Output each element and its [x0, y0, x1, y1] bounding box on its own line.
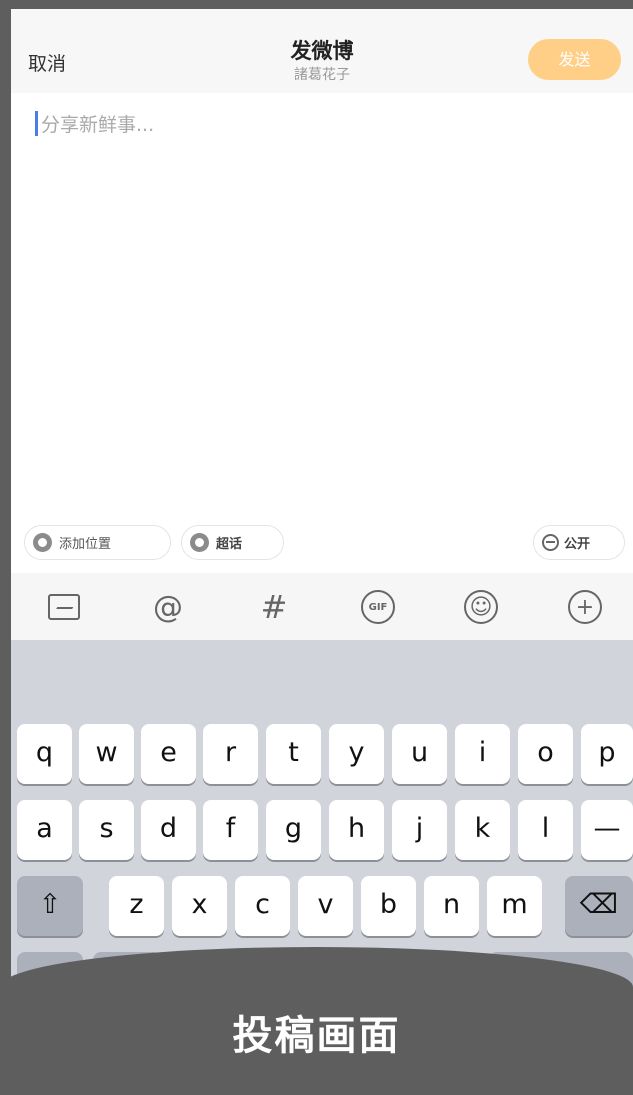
at-icon[interactable]: @ — [149, 589, 187, 625]
key-j[interactable]: j — [392, 800, 447, 860]
compose-screen: 取消 发微博 諸葛花子 发送 分享新鲜事... 添加位置 超话 公开 @ # G… — [11, 9, 633, 1095]
key-g[interactable]: g — [266, 800, 321, 860]
text-caret — [35, 111, 38, 136]
send-button[interactable]: 发送 — [528, 39, 621, 80]
image-icon[interactable] — [45, 589, 83, 625]
globe-icon — [542, 534, 559, 551]
delete-key[interactable]: ⌫ — [565, 876, 633, 936]
location-icon — [33, 533, 52, 552]
key-dash[interactable]: — — [581, 800, 633, 860]
caption-text: 投稿画面 — [232, 1013, 401, 1059]
key-e[interactable]: e — [141, 724, 196, 784]
key-b[interactable]: b — [361, 876, 416, 936]
key-h[interactable]: h — [329, 800, 384, 860]
key-m[interactable]: m — [487, 876, 542, 936]
key-l[interactable]: l — [518, 800, 573, 860]
key-c[interactable]: c — [235, 876, 290, 936]
super-topic-button[interactable]: 超话 — [181, 525, 284, 560]
compose-placeholder: 分享新鲜事... — [41, 114, 155, 136]
gif-icon[interactable]: GIF — [359, 589, 397, 625]
add-location-label: 添加位置 — [59, 537, 112, 552]
key-x[interactable]: x — [172, 876, 227, 936]
key-z[interactable]: z — [109, 876, 164, 936]
add-location-button[interactable]: 添加位置 — [24, 525, 171, 560]
key-n[interactable]: n — [424, 876, 479, 936]
emoji-icon[interactable]: ☺ — [462, 589, 500, 625]
compose-text-area[interactable]: 分享新鲜事... — [11, 93, 633, 573]
shift-key[interactable]: ⇧ — [17, 876, 83, 936]
key-u[interactable]: u — [392, 724, 447, 784]
key-s[interactable]: s — [79, 800, 134, 860]
compose-toolbar: @ # GIF ☺ + — [11, 573, 633, 640]
key-p[interactable]: p — [581, 724, 633, 784]
key-k[interactable]: k — [455, 800, 510, 860]
super-topic-label: 超话 — [216, 537, 243, 552]
plus-icon[interactable]: + — [566, 589, 604, 625]
key-t[interactable]: t — [266, 724, 321, 784]
compose-header: 取消 发微博 諸葛花子 发送 — [11, 9, 633, 93]
key-y[interactable]: y — [329, 724, 384, 784]
key-f[interactable]: f — [203, 800, 258, 860]
key-a[interactable]: a — [17, 800, 72, 860]
key-w[interactable]: w — [79, 724, 134, 784]
key-o[interactable]: o — [518, 724, 573, 784]
key-v[interactable]: v — [298, 876, 353, 936]
key-i[interactable]: i — [455, 724, 510, 784]
key-q[interactable]: q — [17, 724, 72, 784]
key-d[interactable]: d — [141, 800, 196, 860]
visibility-button[interactable]: 公开 — [533, 525, 625, 560]
visibility-label: 公开 — [564, 537, 591, 552]
key-r[interactable]: r — [203, 724, 258, 784]
super-topic-icon — [190, 533, 209, 552]
hashtag-icon[interactable]: # — [255, 588, 293, 626]
